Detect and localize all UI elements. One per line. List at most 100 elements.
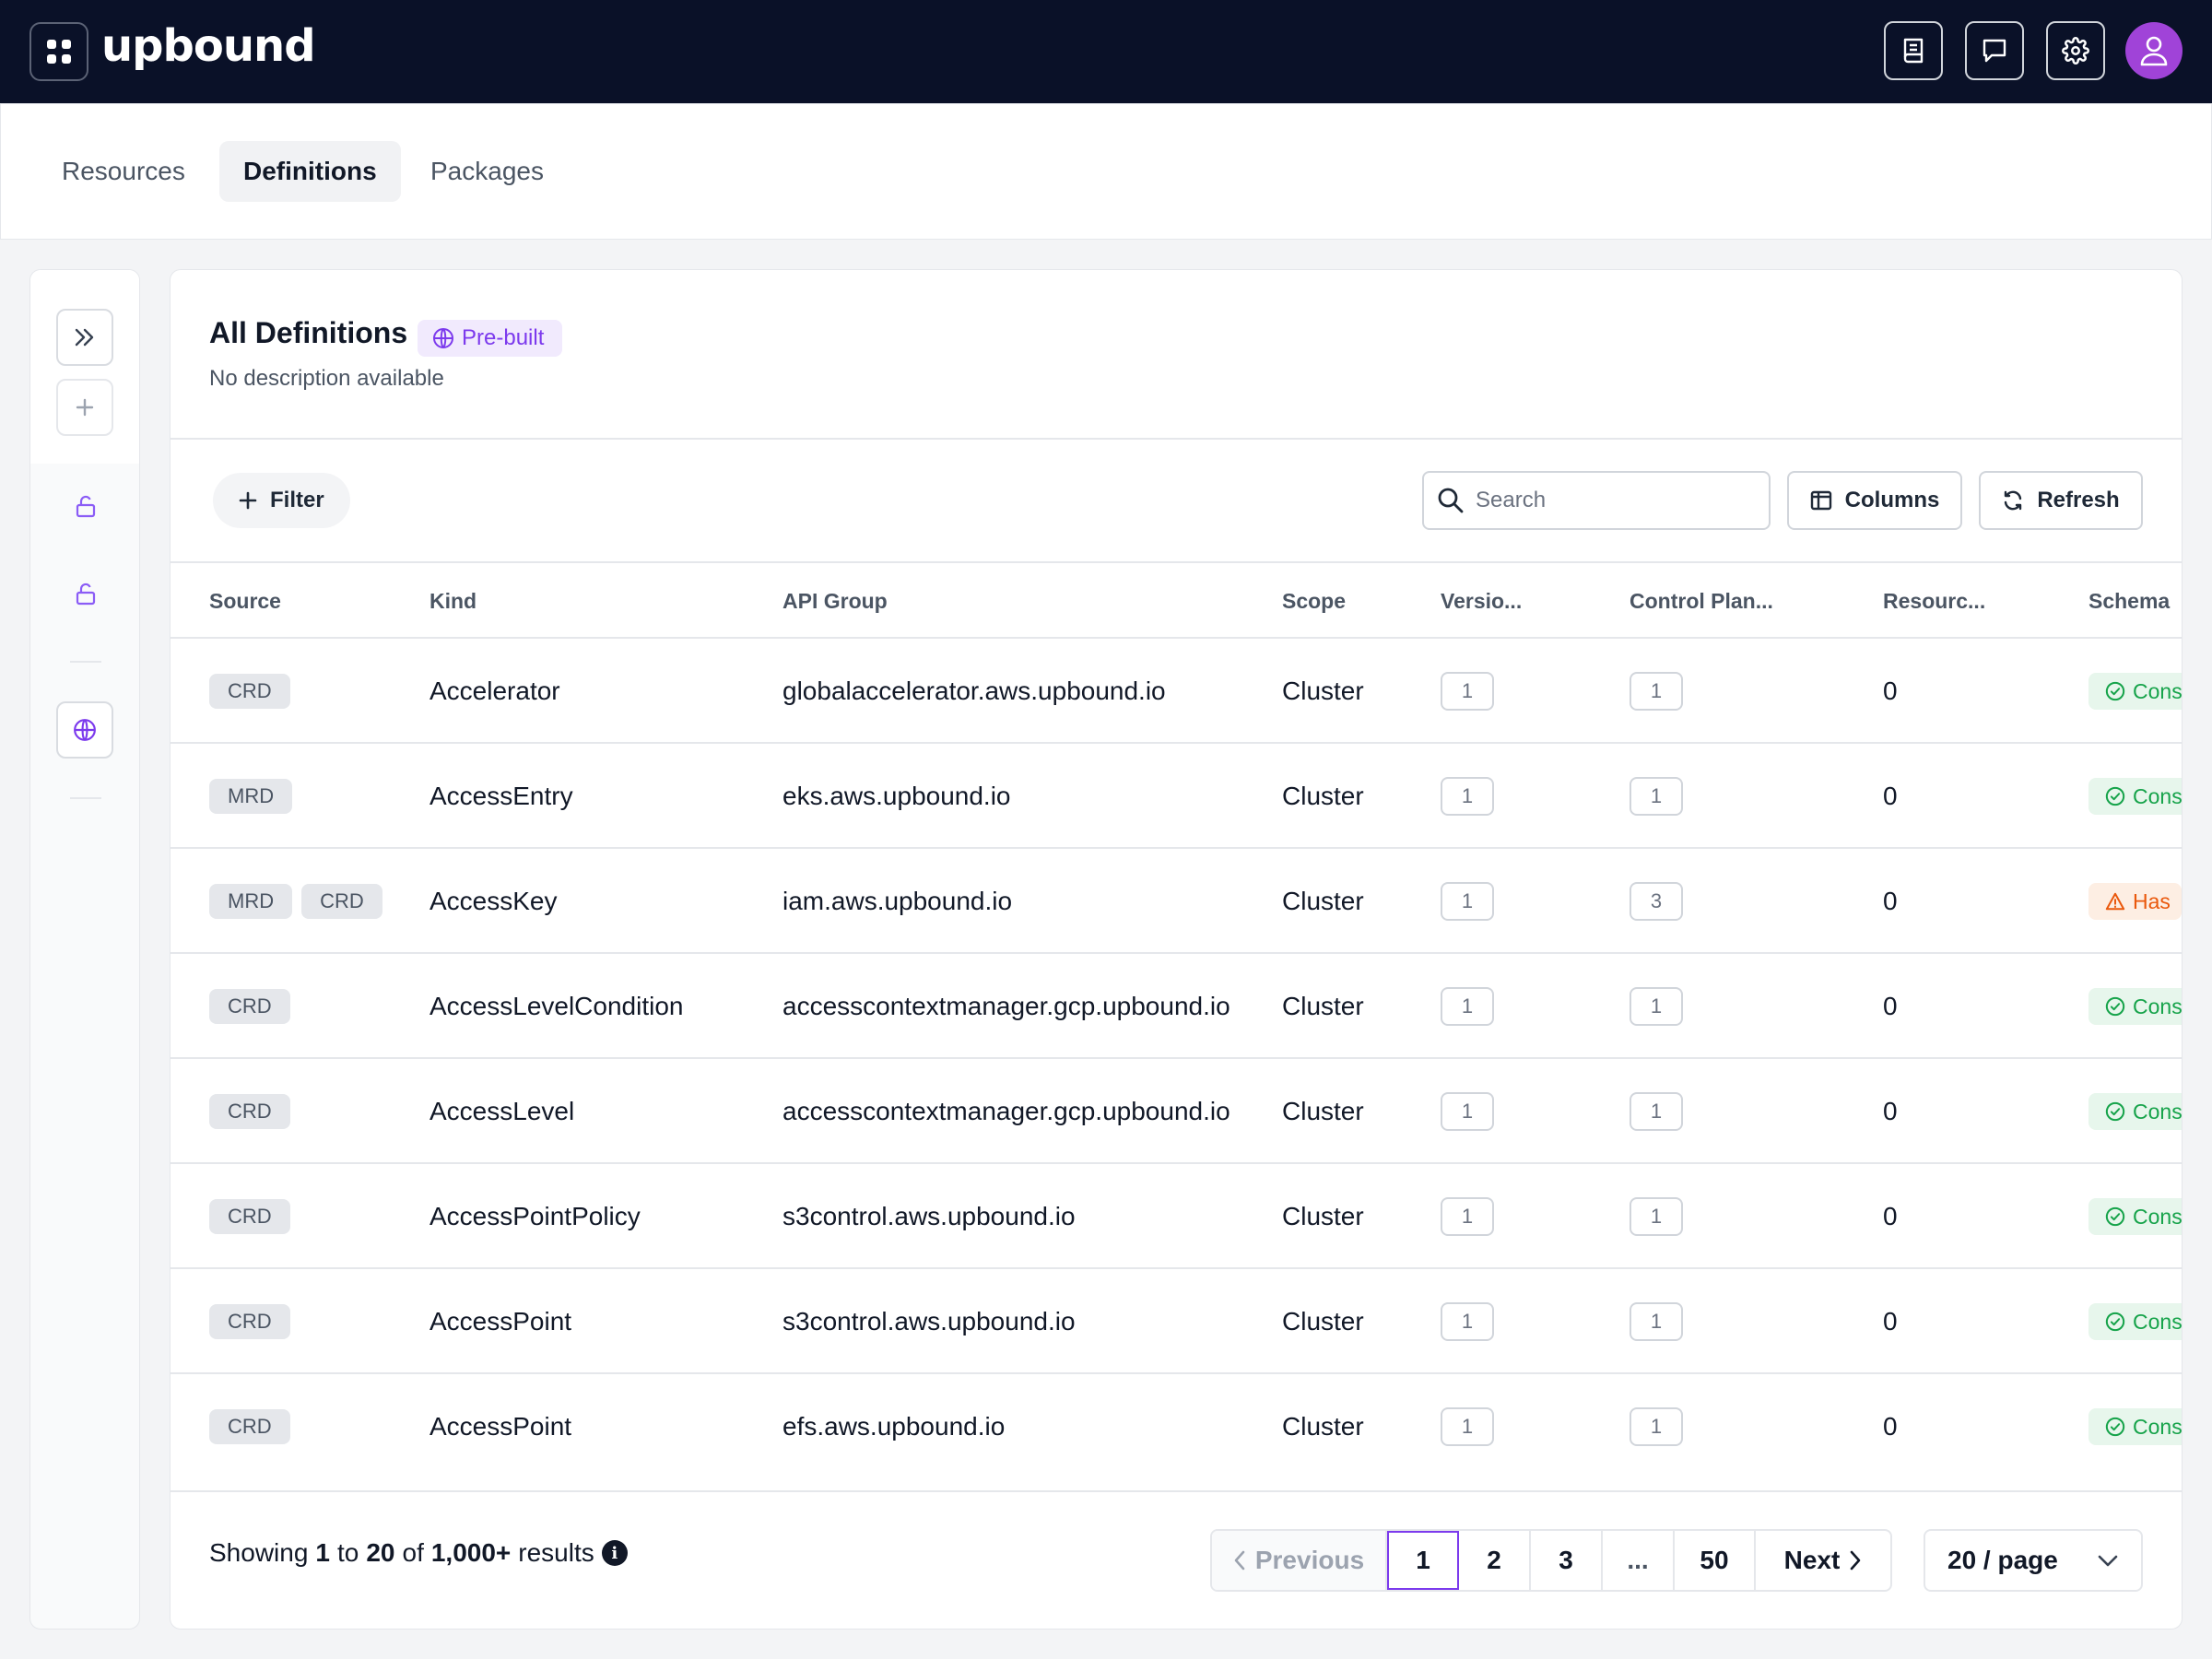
versions-badge[interactable]: 1 — [1441, 1197, 1494, 1236]
expand-double-chevron-icon — [75, 328, 94, 347]
page-size-select[interactable]: 20 / page — [1924, 1529, 2143, 1592]
column-header-schema[interactable]: Schema — [2088, 563, 2170, 639]
filter-button[interactable]: Filter — [213, 473, 350, 528]
table-row[interactable]: CRD AccessPoint efs.aws.upbound.io Cluster 0… — [171, 1372, 2182, 1479]
control-planes-badge[interactable]: 1 — [1630, 1197, 1683, 1236]
search-input[interactable] — [1476, 488, 1752, 513]
cell-source: CRD — [209, 954, 300, 1059]
column-header-kind[interactable]: Kind — [429, 563, 477, 639]
refresh-button[interactable]: Refresh — [1979, 471, 2143, 530]
results-summary: Showing 1 to 20 of 1,000+ results i — [209, 1538, 628, 1568]
search-box[interactable] — [1422, 471, 1771, 530]
panel-title: All Definitions — [209, 316, 408, 349]
tab-resources[interactable]: Resources — [38, 141, 209, 202]
control-planes-badge[interactable]: 3 — [1630, 882, 1683, 921]
feedback-button[interactable] — [1965, 21, 2024, 80]
app-launcher-button[interactable] — [29, 22, 88, 81]
check-circle-icon — [2105, 681, 2125, 701]
cell-schema: Cons — [2088, 954, 2182, 1059]
table-row[interactable]: CRD AccessLevelCondition accesscontextmana… — [171, 952, 2182, 1059]
columns-button[interactable]: Columns — [1787, 471, 1962, 530]
versions-badge[interactable]: 1 — [1441, 1407, 1494, 1446]
divider — [171, 1490, 2182, 1492]
rail-item-unlocked-1[interactable] — [73, 494, 99, 520]
versions-badge[interactable]: 1 — [1441, 777, 1494, 816]
cell-kind: AccessLevel — [429, 1097, 575, 1125]
tab-packages[interactable]: Packages — [406, 141, 568, 202]
control-planes-badge[interactable]: 1 — [1630, 672, 1683, 711]
tab-definitions[interactable]: Definitions — [219, 141, 401, 202]
check-circle-icon — [2105, 996, 2125, 1017]
cell-resources: 0 — [1883, 1202, 1898, 1230]
user-avatar[interactable] — [2125, 22, 2183, 79]
check-circle-icon — [2105, 1312, 2125, 1332]
control-planes-badge[interactable]: 1 — [1630, 777, 1683, 816]
previous-page-button[interactable]: Previous — [1212, 1531, 1387, 1590]
cell-versions: 1 — [1441, 1059, 1494, 1164]
table-row[interactable]: CRD Accelerator globalaccelerator.aws.upbo… — [171, 637, 2182, 744]
cell-source: CRD — [209, 639, 300, 744]
column-header-control-planes[interactable]: Control Plan... — [1630, 563, 1773, 639]
versions-badge[interactable]: 1 — [1441, 1302, 1494, 1341]
column-header-scope[interactable]: Scope — [1282, 563, 1346, 639]
add-group-button[interactable] — [56, 379, 113, 436]
upbound-logo[interactable]: upbound — [101, 20, 316, 72]
versions-badge[interactable]: 1 — [1441, 1092, 1494, 1131]
check-circle-icon — [2105, 786, 2125, 806]
schema-consistent-badge: Cons — [2088, 1093, 2182, 1130]
columns-icon — [1810, 490, 1831, 511]
table-header: Source Kind API Group Scope Versio... Co… — [171, 563, 2182, 639]
cell-schema: Cons — [2088, 1059, 2182, 1164]
column-header-resources[interactable]: Resourc... — [1883, 563, 1985, 639]
schema-warning-badge: Has — [2088, 883, 2182, 920]
column-header-versions[interactable]: Versio... — [1441, 563, 1522, 639]
docs-button[interactable] — [1884, 21, 1943, 80]
refresh-icon — [2005, 490, 2022, 511]
versions-badge[interactable]: 1 — [1441, 672, 1494, 711]
versions-badge[interactable]: 1 — [1441, 882, 1494, 921]
schema-consistent-badge: Cons — [2088, 1303, 2182, 1340]
control-planes-badge[interactable]: 1 — [1630, 1407, 1683, 1446]
info-icon[interactable]: i — [601, 1540, 628, 1566]
page-button-2[interactable]: 2 — [1459, 1531, 1531, 1590]
page-button-3[interactable]: 3 — [1531, 1531, 1603, 1590]
expand-rail-button[interactable] — [56, 309, 113, 366]
control-planes-badge[interactable]: 1 — [1630, 1302, 1683, 1341]
cell-source: CRD — [209, 1269, 300, 1374]
table-row[interactable]: CRD AccessPoint s3control.aws.upbound.io Cl… — [171, 1267, 2182, 1374]
column-header-api-group[interactable]: API Group — [782, 563, 888, 639]
page-button-1[interactable]: 1 — [1387, 1531, 1459, 1590]
cell-kind: AccessKey — [429, 887, 558, 915]
table-row[interactable]: CRD AccessLevel accesscontextmanager.gcp.u… — [171, 1057, 2182, 1164]
page-size-value: 20 / page — [1947, 1546, 2058, 1574]
page-ellipsis[interactable]: ... — [1603, 1531, 1675, 1590]
cell-kind: AccessPoint — [429, 1307, 572, 1335]
column-header-source[interactable]: Source — [209, 563, 281, 639]
prebuilt-badge: Pre-built — [418, 320, 563, 357]
table-row[interactable]: MRD AccessEntry eks.aws.upbound.io Cluster 0… — [171, 742, 2182, 849]
cell-versions: 1 — [1441, 744, 1494, 849]
page-button-50[interactable]: 50 — [1675, 1531, 1756, 1590]
table-row[interactable]: CRD AccessPointPolicy s3control.aws.upboun… — [171, 1162, 2182, 1269]
settings-button[interactable] — [2046, 21, 2105, 80]
cell-source: CRD — [209, 1374, 300, 1479]
cell-versions: 1 — [1441, 1164, 1494, 1269]
check-circle-icon — [2105, 1206, 2125, 1227]
rail-item-unlocked-2[interactable] — [73, 582, 99, 607]
apps-grid-icon — [47, 40, 71, 64]
cell-schema: Cons — [2088, 639, 2182, 744]
cell-schema: Cons — [2088, 1269, 2182, 1374]
control-planes-badge[interactable]: 1 — [1630, 1092, 1683, 1131]
next-page-button[interactable]: Next — [1756, 1531, 1890, 1590]
cell-control-planes: 1 — [1630, 1374, 1683, 1479]
divider — [171, 438, 2182, 440]
versions-badge[interactable]: 1 — [1441, 987, 1494, 1026]
source-badge: CRD — [209, 1094, 290, 1129]
cell-control-planes: 1 — [1630, 639, 1683, 744]
cell-source: MRD CRD — [209, 849, 392, 954]
rail-item-global[interactable] — [56, 701, 113, 759]
cell-resources: 0 — [1883, 1307, 1898, 1335]
cell-schema: Cons — [2088, 1374, 2182, 1479]
control-planes-badge[interactable]: 1 — [1630, 987, 1683, 1026]
table-row[interactable]: MRD CRD AccessKey iam.aws.upbound.io Cluster… — [171, 847, 2182, 954]
